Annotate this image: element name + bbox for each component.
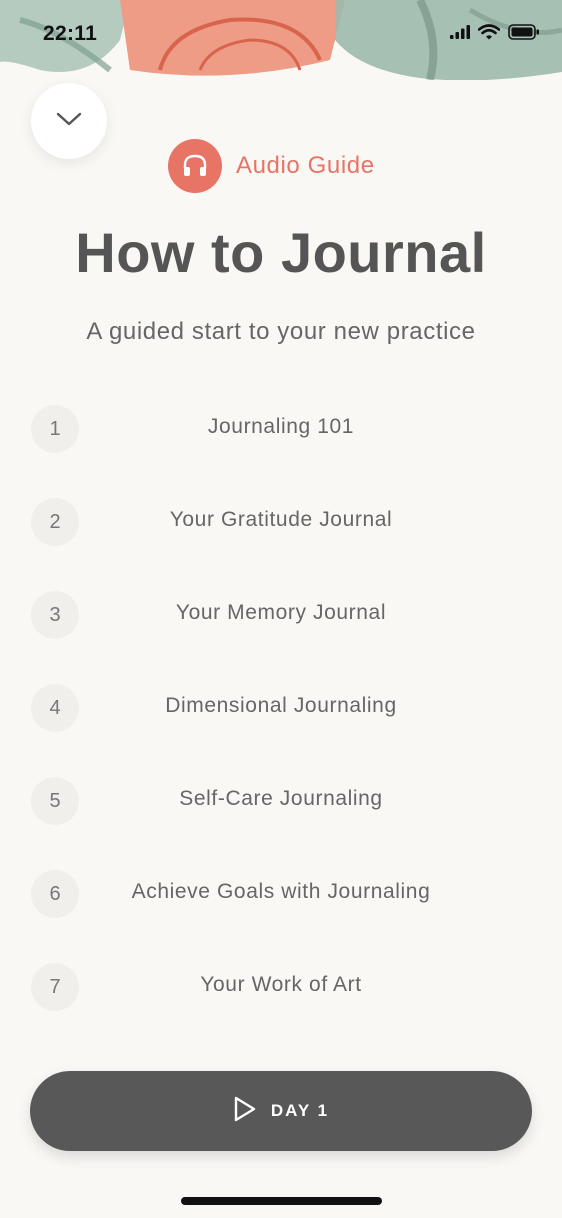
- lesson-item[interactable]: 7 Your Work of Art: [0, 963, 562, 1013]
- wifi-icon: [477, 24, 501, 45]
- lesson-item[interactable]: 4 Dimensional Journaling: [0, 684, 562, 734]
- audio-guide-tag: Audio Guide: [168, 139, 375, 193]
- lesson-item[interactable]: 6 Achieve Goals with Journaling: [0, 870, 562, 920]
- lesson-title: Achieve Goals with Journaling: [131, 880, 431, 903]
- play-day-label: DAY 1: [270, 1101, 330, 1120]
- lesson-title: Your Work of Art: [200, 973, 362, 996]
- play-icon: [233, 1095, 257, 1128]
- lesson-title: Your Gratitude Journal: [169, 508, 393, 531]
- battery-icon: [508, 24, 540, 45]
- audio-guide-label: Audio Guide: [236, 152, 375, 179]
- lesson-item[interactable]: 5 Self-Care Journaling: [0, 777, 562, 827]
- page-subtitle: A guided start to your new practice: [86, 318, 476, 345]
- cellular-signal-icon: [450, 25, 470, 44]
- lesson-item[interactable]: 2 Your Gratitude Journal: [0, 498, 562, 548]
- status-bar: 22:11: [0, 0, 562, 70]
- play-day-button[interactable]: DAY 1: [30, 1071, 532, 1151]
- collapse-button[interactable]: [31, 83, 107, 159]
- lesson-item[interactable]: 1 Journaling 101: [0, 405, 562, 455]
- lesson-title: Your Memory Journal: [175, 601, 387, 624]
- lesson-title: Journaling 101: [207, 415, 355, 438]
- lesson-title: Dimensional Journaling: [165, 694, 397, 717]
- lesson-item[interactable]: 3 Your Memory Journal: [0, 591, 562, 641]
- page-title: How to Journal: [75, 221, 487, 284]
- headphones-icon: [168, 139, 222, 193]
- home-indicator: [181, 1197, 382, 1205]
- lesson-title: Self-Care Journaling: [179, 787, 383, 810]
- status-time: 22:11: [43, 22, 98, 45]
- chevron-down-icon: [56, 112, 82, 131]
